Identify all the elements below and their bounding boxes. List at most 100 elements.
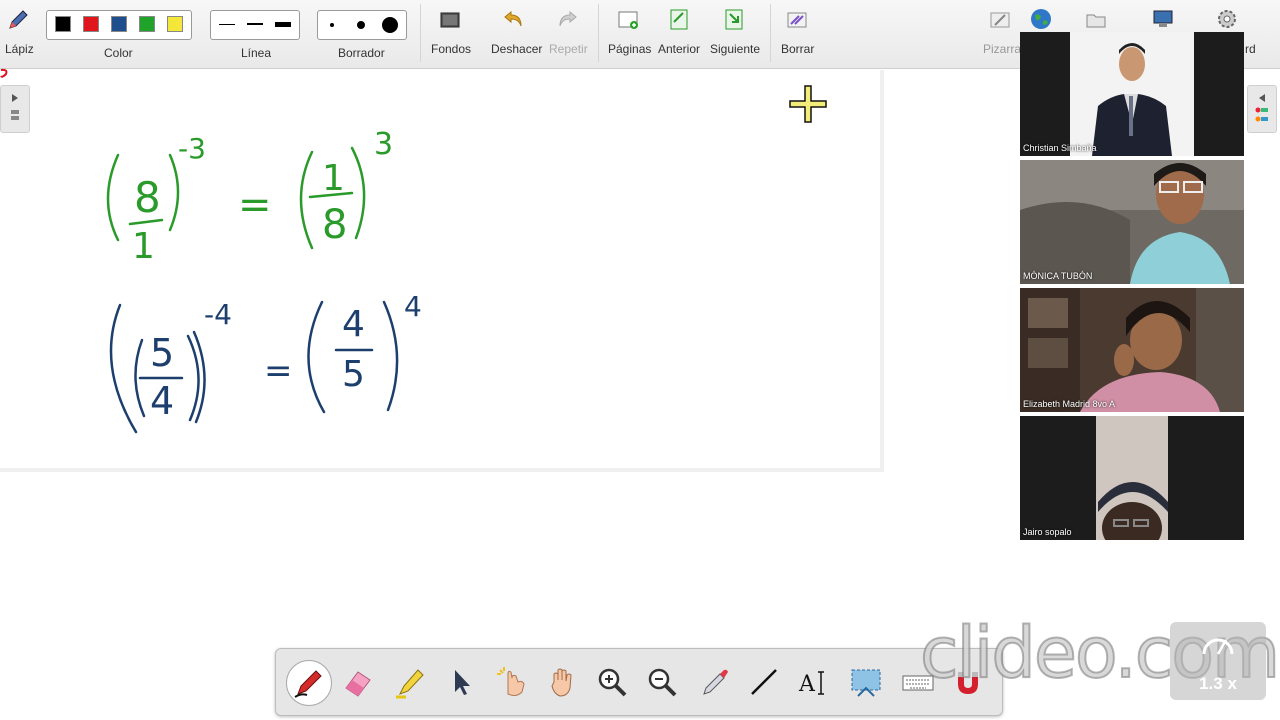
toolbar-separator <box>420 4 421 62</box>
eq2-right-exponent: 4 <box>404 290 422 323</box>
color-swatch-blue[interactable] <box>111 16 127 32</box>
eq2-base-denominator: 4 <box>150 379 174 423</box>
color-swatch-yellow[interactable] <box>167 16 183 32</box>
next-page-label[interactable]: Siguiente <box>710 42 760 56</box>
screenshot-icon[interactable] <box>848 664 884 700</box>
eq1-equals: = <box>238 182 272 228</box>
eraser-size-picker <box>317 10 407 40</box>
pages-label[interactable]: Páginas <box>608 42 651 56</box>
playback-speed-badge: 1.3 x <box>1170 622 1266 700</box>
eraser-large-option[interactable] <box>382 17 398 33</box>
eq2-inner-paren-close <box>186 334 200 422</box>
pencil-label[interactable]: Lápiz <box>5 42 34 56</box>
eraser-label: Borrador <box>338 46 385 60</box>
line-tool-icon[interactable] <box>746 664 782 700</box>
eq1-right-exponent: 3 <box>374 127 393 162</box>
participant-name: Christian Simbaña <box>1023 143 1097 153</box>
participant-name: Jairo sopalo <box>1023 527 1072 537</box>
next-page-icon[interactable] <box>722 7 746 31</box>
participant-name: MÓNICA TUBÓN <box>1023 271 1093 281</box>
line-thin-option[interactable] <box>219 24 235 25</box>
whiteboard-label[interactable]: Pizarra <box>983 42 1021 56</box>
redo-label[interactable]: Repetir <box>549 42 588 56</box>
previous-page-icon[interactable] <box>667 7 691 31</box>
speed-gauge-icon <box>1202 638 1234 655</box>
eq1-right-paren-close <box>350 146 366 240</box>
bottom-tool-palette: A <box>275 648 1003 716</box>
whiteboard-icon[interactable] <box>988 8 1012 32</box>
eq1-base-denominator: 1 <box>132 226 155 267</box>
playback-speed-label: 1.3 x <box>1199 674 1237 693</box>
left-panel-toggle[interactable] <box>0 85 30 133</box>
eq2-base-numerator: 5 <box>150 331 174 375</box>
participant-1-video-frame <box>1020 32 1244 156</box>
select-arrow-icon[interactable] <box>444 664 480 700</box>
pen-tool-button[interactable] <box>286 660 332 706</box>
clear-label[interactable]: Borrar <box>781 42 814 56</box>
eq1-left-paren-close <box>168 153 180 232</box>
color-picker <box>46 10 192 40</box>
eq2-result-denominator: 5 <box>342 354 365 395</box>
handwritten-equations: 8 1 -3 = 1 8 3 5 4 -4 = 4 5 4 <box>106 127 422 434</box>
eq1-result-denominator: 8 <box>322 202 347 248</box>
redo-icon[interactable] <box>555 7 579 31</box>
pen-icon <box>294 670 322 698</box>
line-width-picker <box>210 10 300 40</box>
right-panel-toggle[interactable] <box>1247 85 1277 133</box>
undo-icon[interactable] <box>502 7 526 31</box>
color-swatch-black[interactable] <box>55 16 71 32</box>
participant-video-2[interactable]: MÓNICA TUBÓN <box>1020 160 1244 284</box>
eyedropper-icon[interactable] <box>696 664 732 700</box>
participant-video-3[interactable]: Elizabeth Madrid 8vo A <box>1020 288 1244 412</box>
eq1-left-exponent: -3 <box>178 132 206 165</box>
zoom-out-icon[interactable] <box>644 664 680 700</box>
eraser-icon[interactable] <box>340 664 376 700</box>
eq1-base-numerator: 8 <box>134 173 161 222</box>
backgrounds-label[interactable]: Fondos <box>431 42 471 56</box>
participant-name: Elizabeth Madrid 8vo A <box>1023 399 1116 409</box>
pencil-icon[interactable] <box>6 8 30 32</box>
undo-label[interactable]: Deshacer <box>491 42 542 56</box>
color-swatch-red[interactable] <box>83 16 99 32</box>
toolbar-separator <box>598 4 599 62</box>
eq2-result-numerator: 4 <box>342 304 365 345</box>
text-tool-icon[interactable]: A <box>796 664 832 700</box>
eraser-medium-option[interactable] <box>357 21 365 29</box>
line-label: Línea <box>241 46 272 60</box>
globe-icon[interactable] <box>1029 7 1053 31</box>
eq2-equals: = <box>264 351 293 391</box>
pages-icon[interactable] <box>616 8 640 32</box>
pan-hand-icon[interactable] <box>544 664 580 700</box>
settings-gear-icon[interactable] <box>1215 7 1239 31</box>
participant-video-4[interactable]: Jairo sopalo <box>1020 416 1244 540</box>
crosshair-cursor <box>789 85 827 123</box>
line-thick-option[interactable] <box>275 22 291 27</box>
magic-pointer-icon[interactable] <box>494 664 530 700</box>
eraser-small-option[interactable] <box>330 23 334 27</box>
participant-video-1[interactable]: Christian Simbaña <box>1020 32 1244 156</box>
expand-right-icon <box>11 94 19 120</box>
color-swatch-green[interactable] <box>139 16 155 32</box>
participant-4-video-frame <box>1020 416 1244 540</box>
svg-text:A: A <box>798 672 816 697</box>
screen-icon[interactable] <box>1151 7 1175 31</box>
eq2-left-exponent: -4 <box>204 298 232 331</box>
eq2-right-paren-open <box>307 300 326 414</box>
equation-1: 8 1 -3 = 1 8 3 <box>106 127 393 267</box>
line-medium-option[interactable] <box>247 23 263 25</box>
clear-icon[interactable] <box>785 8 809 32</box>
equation-2: 5 4 -4 = 4 5 4 <box>109 290 422 434</box>
eq2-right-paren-close <box>382 300 399 412</box>
participant-2-video-frame <box>1020 160 1244 284</box>
backgrounds-icon[interactable] <box>438 8 462 32</box>
red-cursor-mark <box>0 68 8 78</box>
color-label: Color <box>104 46 133 60</box>
eq1-left-paren-open <box>106 153 120 242</box>
board-label[interactable]: rd <box>1245 42 1256 56</box>
zoom-in-icon[interactable] <box>594 664 630 700</box>
eq1-right-paren-open <box>299 150 314 250</box>
highlighter-icon[interactable] <box>392 664 428 700</box>
previous-page-label[interactable]: Anterior <box>658 42 700 56</box>
eq2-outer-paren-open <box>109 303 138 434</box>
folder-icon[interactable] <box>1084 8 1108 32</box>
